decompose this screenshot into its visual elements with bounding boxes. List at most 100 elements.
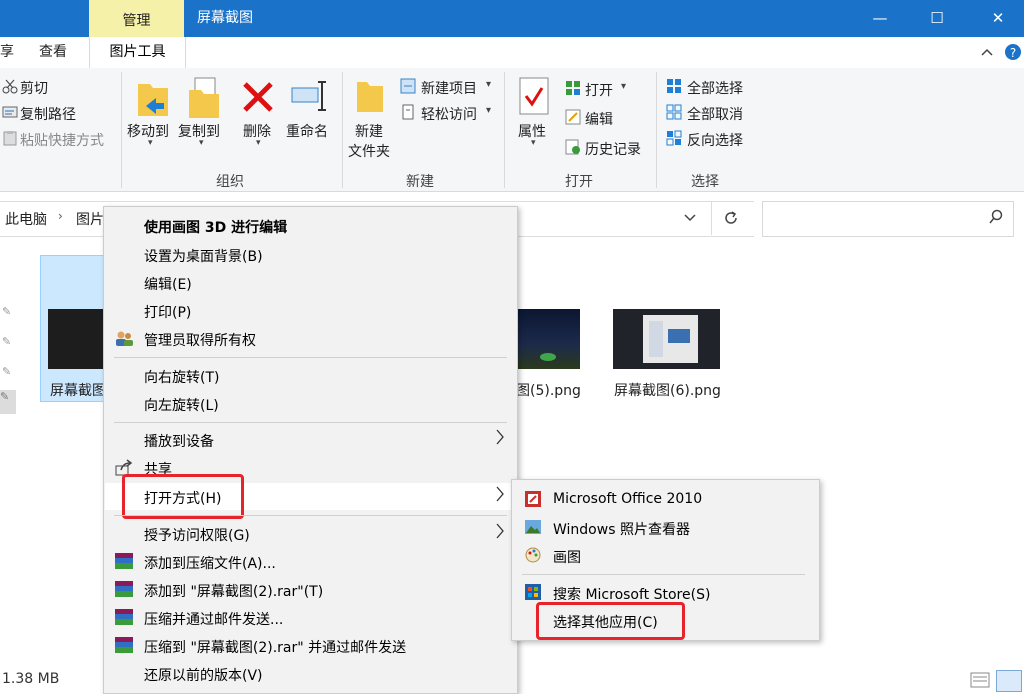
menu-item-compress-email[interactable]: 压缩并通过邮件发送... xyxy=(144,609,283,629)
select-none-button[interactable]: 全部取消 xyxy=(687,104,743,124)
menu-item-restore-previous[interactable]: 还原以前的版本(V) xyxy=(144,665,263,685)
history-button[interactable]: 历史记录 xyxy=(585,139,641,159)
window-title: 屏幕截图 xyxy=(197,10,253,26)
collapse-ribbon-icon[interactable] xyxy=(978,42,996,62)
easy-access-icon xyxy=(400,104,416,124)
new-folder-button-line1[interactable]: 新建 xyxy=(355,121,383,141)
group-label-open: 打开 xyxy=(565,174,593,190)
file-thumbnail[interactable] xyxy=(613,309,720,369)
open-button[interactable]: 打开 xyxy=(585,80,613,100)
invert-selection-button[interactable]: 反向选择 xyxy=(687,130,743,150)
menu-separator xyxy=(114,422,507,423)
scissors-icon xyxy=(2,78,18,98)
group-label-organize: 组织 xyxy=(216,174,244,190)
svg-text:?: ? xyxy=(1010,46,1016,60)
file-name[interactable]: 屏幕截图(6).png xyxy=(614,380,721,400)
delete-icon xyxy=(241,80,275,118)
chevron-down-icon[interactable] xyxy=(683,210,697,228)
pin-icon: ✎ xyxy=(2,335,12,348)
menu-item-grant-access[interactable]: 授予访问权限(G) xyxy=(144,525,250,545)
menu-item-compress-rar-email[interactable]: 压缩到 "屏幕截图(2).rar" 并通过邮件发送 xyxy=(144,637,406,657)
search-input[interactable] xyxy=(762,201,1014,237)
menu-item-add-rar[interactable]: 添加到 "屏幕截图(2).rar"(T) xyxy=(144,581,323,601)
open-with-submenu: Microsoft Office 2010 Windows 照片查看器 画图 搜… xyxy=(511,479,820,641)
rename-button[interactable]: 重命名 xyxy=(286,121,328,141)
menu-item-print[interactable]: 打印(P) xyxy=(144,302,191,322)
select-all-button[interactable]: 全部选择 xyxy=(687,78,743,98)
close-button[interactable]: ✕ xyxy=(975,0,1021,37)
submenu-item-paint[interactable]: 画图 xyxy=(553,547,581,567)
menu-item-add-archive[interactable]: 添加到压缩文件(A)... xyxy=(144,553,276,573)
group-divider xyxy=(342,72,343,188)
chevron-right-icon xyxy=(495,485,505,507)
file-thumbnail[interactable] xyxy=(516,309,580,369)
menu-item-set-wallpaper[interactable]: 设置为桌面背景(B) xyxy=(144,246,263,266)
cut-button[interactable]: 剪切 xyxy=(20,78,48,98)
file-name[interactable]: 图(5).png xyxy=(516,380,581,400)
menu-separator xyxy=(114,515,507,516)
breadcrumb-this-pc[interactable]: 此电脑 xyxy=(5,209,47,229)
refresh-icon[interactable] xyxy=(722,209,740,231)
tab-manage[interactable]: 管理 xyxy=(89,0,184,37)
photo-viewer-icon xyxy=(524,518,542,540)
maximize-button[interactable]: ☐ xyxy=(914,0,960,37)
tab-view[interactable]: 查看 xyxy=(39,37,67,68)
group-label-new: 新建 xyxy=(406,174,434,190)
menu-item-rotate-left[interactable]: 向左旋转(L) xyxy=(144,395,219,415)
winrar-icon xyxy=(114,608,134,630)
status-size: 1.38 MB xyxy=(2,671,60,687)
chevron-right-icon xyxy=(495,428,505,450)
submenu-item-office[interactable]: Microsoft Office 2010 xyxy=(553,491,702,507)
chevron-right-icon: › xyxy=(58,209,63,223)
pin-icon: ✎ xyxy=(2,305,12,318)
new-item-button[interactable]: 新建项目 xyxy=(421,78,477,98)
menu-item-cast[interactable]: 播放到设备 xyxy=(144,431,214,451)
history-icon xyxy=(565,139,581,159)
pin-icon: ✎ xyxy=(0,390,16,414)
breadcrumb-pictures[interactable]: 图片 xyxy=(76,209,104,229)
chevron-down-icon: ▾ xyxy=(148,138,153,148)
menu-item-edit[interactable]: 编辑(E) xyxy=(144,274,192,294)
select-all-icon xyxy=(666,78,682,98)
chevron-down-icon: ▾ xyxy=(531,138,536,148)
pin-icon: ✎ xyxy=(2,365,12,378)
paint-icon xyxy=(524,546,542,568)
file-name: 屏幕截图 xyxy=(50,383,106,399)
menu-item-rotate-right[interactable]: 向右旋转(T) xyxy=(144,367,219,387)
chevron-down-icon: ▾ xyxy=(199,138,204,148)
new-folder-icon xyxy=(355,76,385,118)
new-folder-button-line2[interactable]: 文件夹 xyxy=(348,141,390,161)
winrar-icon xyxy=(114,580,134,602)
paste-shortcut-button[interactable]: 粘贴快捷方式 xyxy=(20,130,104,150)
details-view-icon[interactable] xyxy=(970,672,990,692)
quick-access-pins: ✎ ✎ ✎ ✎ xyxy=(0,295,16,415)
tab-share[interactable]: 享 xyxy=(0,37,14,68)
chevron-down-icon: ▾ xyxy=(256,138,261,148)
edit-icon xyxy=(565,109,581,129)
chevron-down-icon: ▾ xyxy=(486,79,492,90)
edit-button[interactable]: 编辑 xyxy=(585,109,613,129)
menu-separator xyxy=(114,357,507,358)
help-icon[interactable]: ? xyxy=(1004,42,1022,62)
new-item-icon xyxy=(400,78,416,98)
copy-to-icon xyxy=(185,76,221,124)
menu-item-edit-paint3d[interactable]: 使用画图 3D 进行编辑 xyxy=(144,217,287,237)
winrar-icon xyxy=(114,552,134,574)
highlight-box xyxy=(122,474,244,519)
invert-selection-icon xyxy=(666,130,682,150)
large-icons-view-icon[interactable] xyxy=(996,670,1022,692)
copy-path-button[interactable]: 复制路径 xyxy=(20,104,76,124)
chevron-right-icon xyxy=(495,522,505,544)
winrar-icon xyxy=(114,636,134,658)
chevron-down-icon: ▾ xyxy=(486,105,492,116)
group-divider xyxy=(504,72,505,188)
divider xyxy=(711,202,712,235)
select-none-icon xyxy=(666,104,682,124)
search-icon[interactable] xyxy=(988,209,1004,229)
submenu-item-store[interactable]: 搜索 Microsoft Store(S) xyxy=(553,584,710,604)
minimize-button[interactable]: — xyxy=(857,0,903,37)
menu-item-take-ownership[interactable]: 管理员取得所有权 xyxy=(144,330,256,350)
easy-access-button[interactable]: 轻松访问 xyxy=(421,104,477,124)
submenu-item-photo-viewer[interactable]: Windows 照片查看器 xyxy=(553,519,690,539)
tab-picture-tools[interactable]: 图片工具 xyxy=(89,37,186,68)
